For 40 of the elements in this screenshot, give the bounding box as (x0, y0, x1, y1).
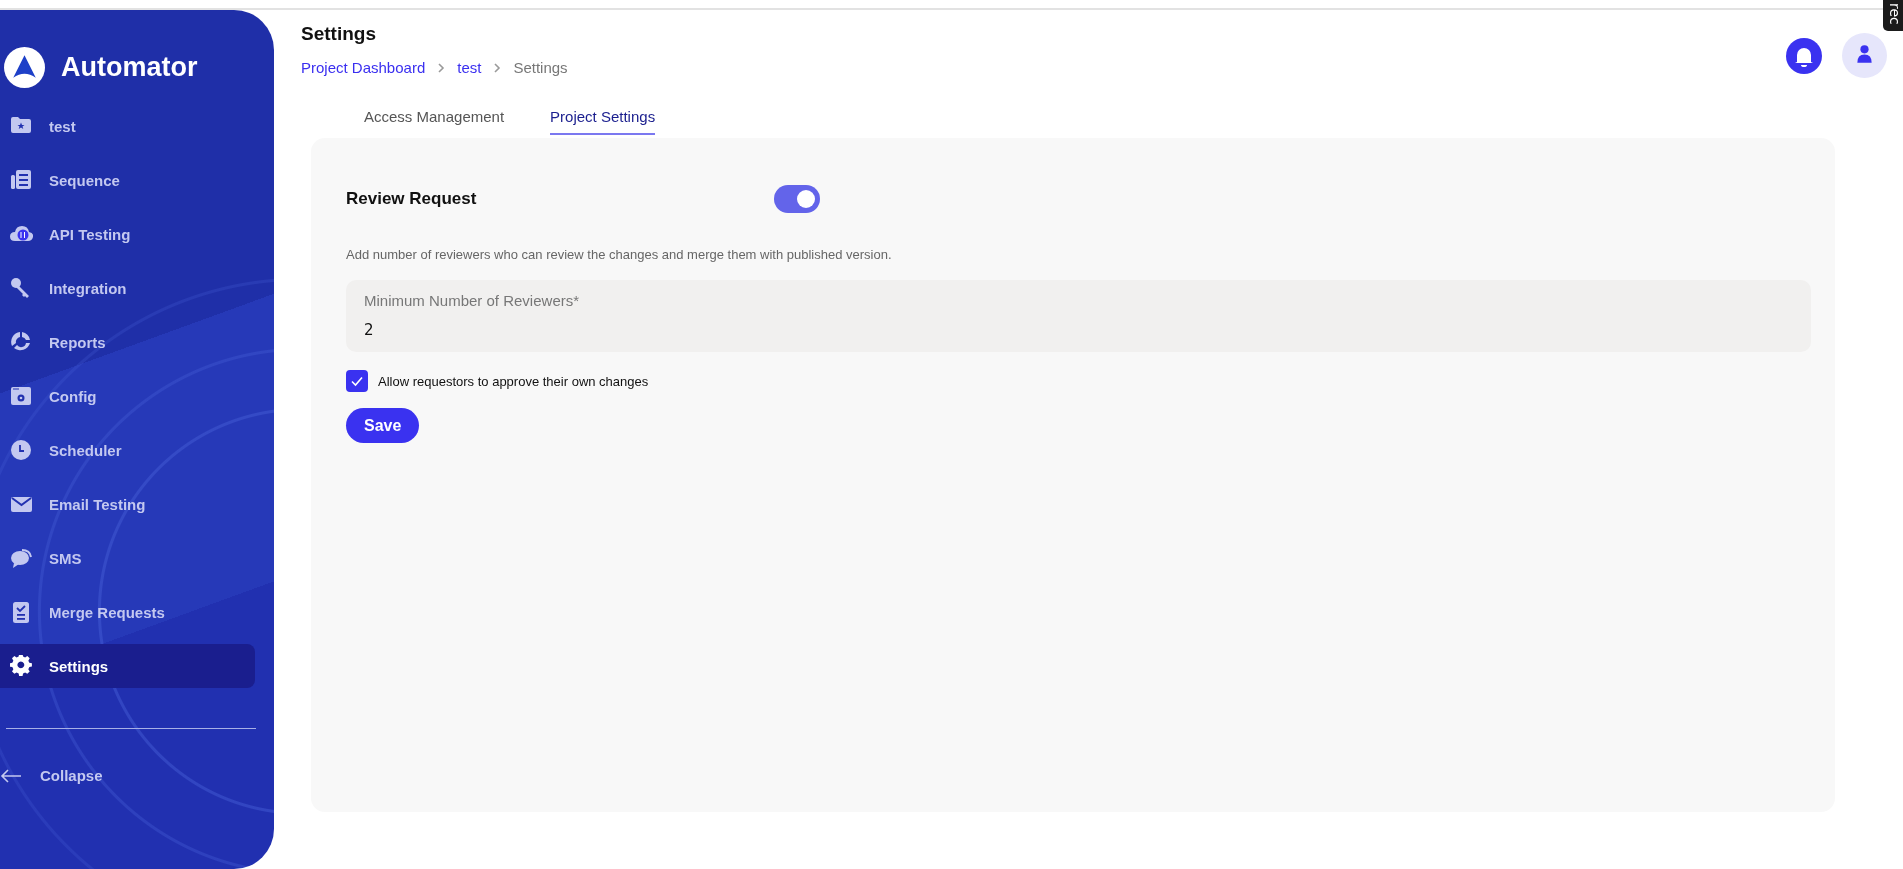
tab[interactable]: Project Settings (550, 104, 656, 135)
breadcrumb-current: Settings (513, 59, 568, 76)
logo-icon (4, 46, 45, 88)
clock-icon (10, 438, 33, 462)
collapse-button[interactable]: Collapse (0, 767, 120, 784)
breadcrumb-link[interactable]: test (457, 59, 482, 76)
sidebar-item[interactable]: Reports (0, 320, 255, 364)
user-avatar-icon[interactable] (1842, 33, 1887, 78)
recorder-tab[interactable]: rec (1883, 0, 1903, 31)
description-text: Add number of reviewers who can review the changes and merge them with published version. (346, 247, 893, 262)
breadcrumb-link[interactable]: Project Dashboard (301, 59, 426, 76)
toggle-switch[interactable] (774, 185, 820, 213)
field-label: Minimum Number of Reviewers* (364, 292, 581, 309)
sidebar-item[interactable]: Sequence (0, 158, 255, 202)
chevron-right-icon (493, 61, 502, 74)
sidebar-item[interactable]: Config (0, 374, 255, 418)
section-title: Review Request (346, 189, 478, 209)
speech-bubble-icon (10, 546, 33, 570)
save-button[interactable]: Save (346, 408, 420, 443)
sidebar-item[interactable]: Merge Requests (0, 590, 255, 634)
tab[interactable]: Access Management (364, 104, 505, 135)
page-title: Settings (301, 23, 377, 45)
chevron-right-icon (437, 61, 446, 74)
sidebar-item[interactable]: SMS (0, 536, 255, 580)
sidebar-item[interactable]: Scheduler (0, 428, 255, 472)
sidebar-item[interactable]: test (0, 104, 255, 148)
sidebar-item[interactable]: Integration (0, 266, 255, 310)
notification-bell-icon[interactable] (1786, 37, 1822, 74)
settings-window-icon (10, 384, 33, 408)
sidebar-item[interactable]: Settings (0, 644, 255, 688)
sidebar-item[interactable]: Email Testing (0, 482, 255, 526)
left-arrow-icon (0, 767, 22, 784)
field-value: 2 (364, 321, 375, 339)
input-field[interactable]: Minimum Number of Reviewers* 2 (346, 280, 1811, 352)
document-stack-icon (10, 168, 33, 192)
settings-icon (10, 654, 33, 678)
app-name: Automator (61, 51, 198, 83)
sidebar-item[interactable]: API Testing (0, 212, 255, 256)
checkbox-label: Allow requestors to approve their own changes (378, 373, 649, 389)
checkbox[interactable] (346, 370, 368, 392)
